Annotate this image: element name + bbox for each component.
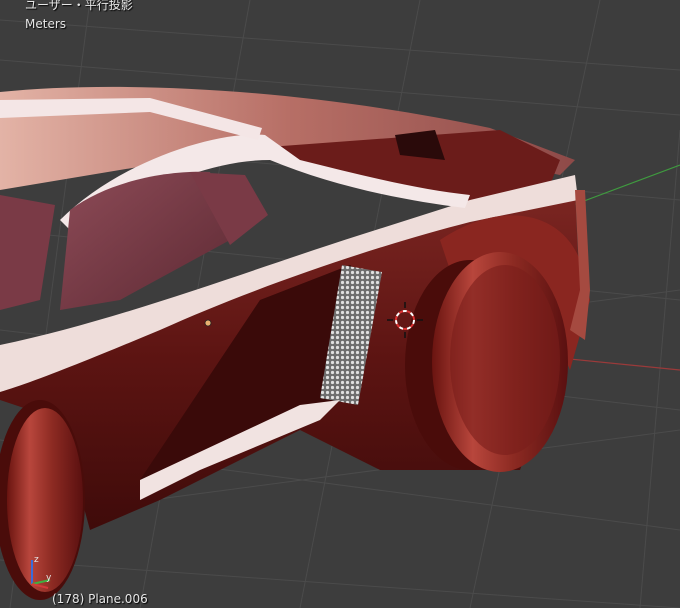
units-label: Meters — [25, 17, 67, 31]
view-name-label: ユーザー・平行投影 — [25, 0, 133, 12]
3d-viewport[interactable]: ユーザー・平行投影 Meters z y (178) Plane.006 — [0, 0, 680, 608]
axis-gizmo-icon[interactable]: z y — [22, 552, 62, 592]
rear-wheel — [405, 252, 568, 472]
viewport-scene[interactable] — [0, 0, 680, 608]
object-origin — [204, 319, 212, 327]
front-window — [0, 195, 55, 310]
gizmo-y-label: y — [46, 573, 52, 583]
active-object-info: (178) Plane.006 — [52, 592, 148, 606]
car-model[interactable] — [0, 86, 590, 600]
gizmo-z-label: z — [34, 555, 39, 565]
